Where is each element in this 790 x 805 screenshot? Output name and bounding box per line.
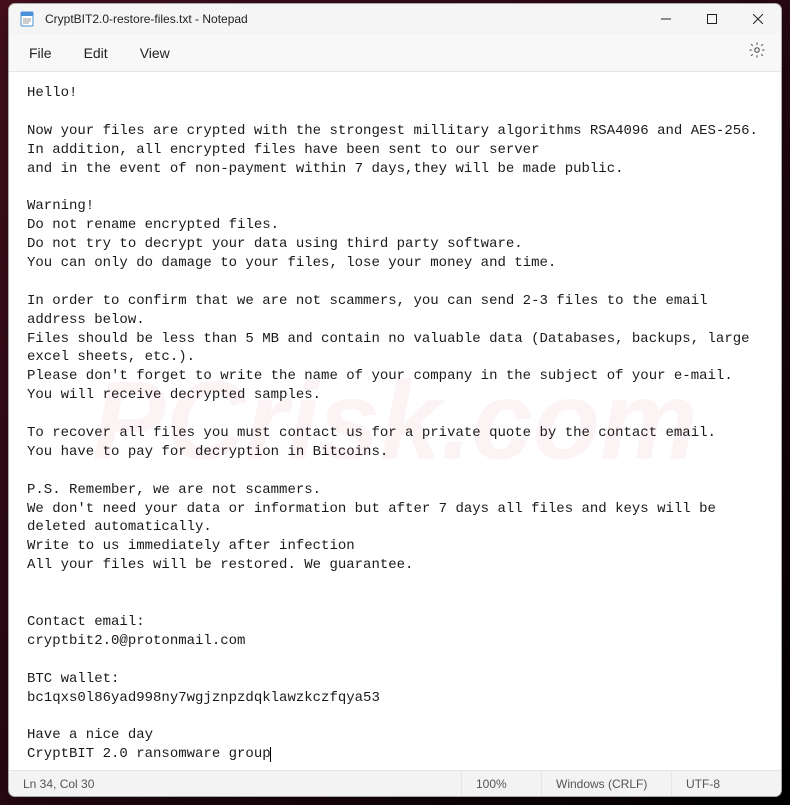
menu-edit[interactable]: Edit [72,39,120,67]
status-line-ending[interactable]: Windows (CRLF) [541,771,671,796]
menubar: File Edit View [9,34,781,72]
minimize-button[interactable] [643,4,689,34]
window-controls [643,4,781,34]
status-cursor-position[interactable]: Ln 34, Col 30 [9,771,108,796]
maximize-button[interactable] [689,4,735,34]
notepad-icon [19,11,35,27]
window-title: CryptBIT2.0-restore-files.txt - Notepad [45,12,643,26]
text-caret [270,747,271,762]
menu-file[interactable]: File [17,39,64,67]
titlebar: CryptBIT2.0-restore-files.txt - Notepad [9,4,781,34]
gear-icon [748,41,766,64]
status-zoom[interactable]: 100% [461,771,541,796]
statusbar: Ln 34, Col 30 100% Windows (CRLF) UTF-8 [9,770,781,796]
status-encoding[interactable]: UTF-8 [671,771,781,796]
settings-button[interactable] [741,37,773,69]
close-button[interactable] [735,4,781,34]
notepad-window: CryptBIT2.0-restore-files.txt - Notepad … [8,3,782,797]
text-editor[interactable]: PCrisk.com Hello! Now your files are cry… [9,72,781,770]
document-content: Hello! Now your files are crypted with t… [27,84,763,764]
menu-view[interactable]: View [128,39,182,67]
